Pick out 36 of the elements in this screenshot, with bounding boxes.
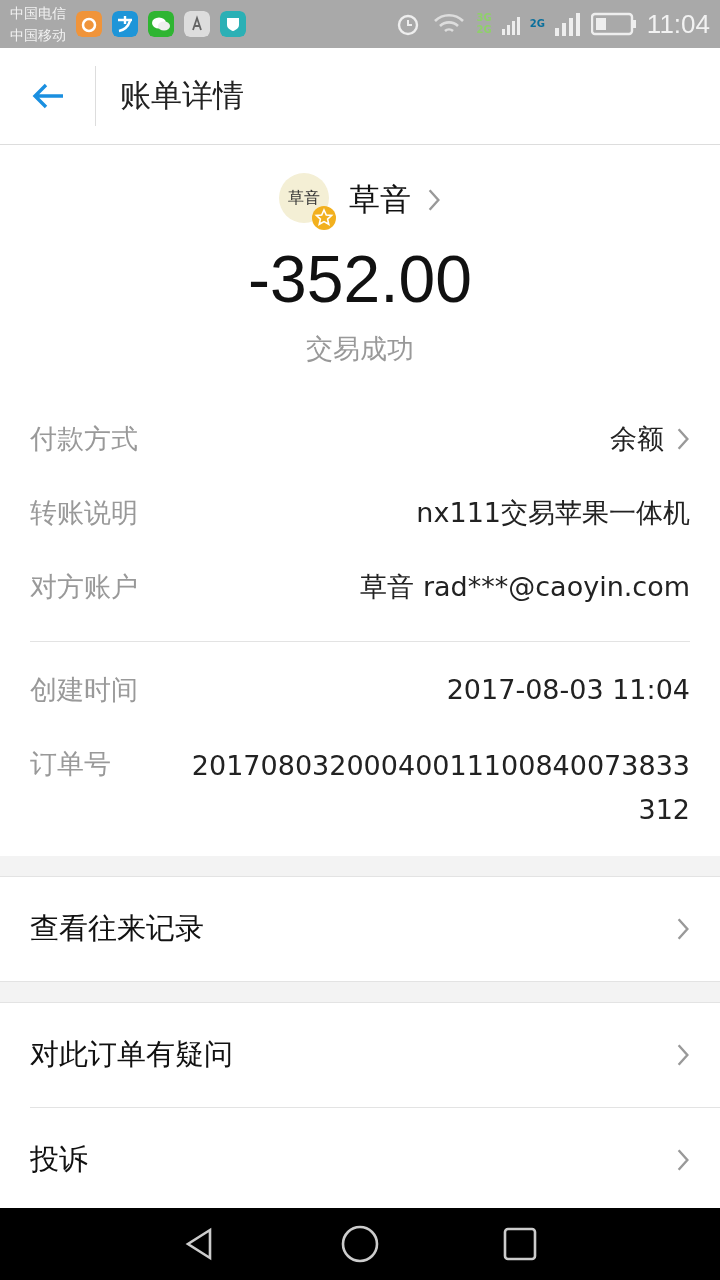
- payee-link[interactable]: 草音 草音: [279, 173, 441, 227]
- detail-label: 转账说明: [30, 496, 138, 530]
- payment-app-icon: [112, 11, 138, 37]
- carrier-label: 中国电信: [10, 4, 66, 23]
- network-label: 3G: [476, 12, 492, 24]
- battery-icon: [590, 11, 637, 37]
- page-title: 账单详情: [119, 76, 244, 115]
- chevron-icon: [676, 427, 690, 451]
- order-number: 20170803200040011100840073833312: [190, 749, 690, 827]
- back-arrow-icon: [30, 82, 65, 110]
- network-label: 2G: [476, 24, 492, 36]
- detail-value: 草音 rad***@caoyin.com: [360, 570, 690, 604]
- detail-label: 付款方式: [30, 422, 138, 456]
- network-label: 2G: [529, 18, 545, 30]
- detail-label: 创建时间: [30, 673, 138, 707]
- star-badge-icon: [311, 205, 337, 231]
- payee-avatar: 草音: [279, 173, 329, 223]
- detail-value: nx111交易苹果一体机: [416, 496, 690, 530]
- home-nav-button[interactable]: [340, 1224, 380, 1264]
- signal-icon: [554, 11, 581, 37]
- shield-app-icon: [220, 11, 246, 37]
- clock-time: 11:04: [646, 8, 710, 40]
- chat-app-icon: [148, 11, 174, 37]
- detail-value: 2017-08-03 11:04: [446, 673, 690, 707]
- amount: -352.00: [248, 241, 472, 317]
- chevron-icon: [427, 188, 441, 212]
- carrier-label: 中国移动: [10, 26, 66, 45]
- payee-name: 草音: [349, 180, 411, 219]
- detail-value[interactable]: 余额: [610, 419, 664, 459]
- chevron-icon: [676, 917, 690, 941]
- detail-label: 订单号: [30, 747, 111, 781]
- transaction-status: 交易成功: [306, 332, 414, 366]
- chevron-icon: [676, 1043, 690, 1067]
- detail-label: 对方账户: [30, 570, 138, 604]
- keyboard-app-icon: [184, 11, 210, 37]
- chevron-icon: [676, 1148, 690, 1172]
